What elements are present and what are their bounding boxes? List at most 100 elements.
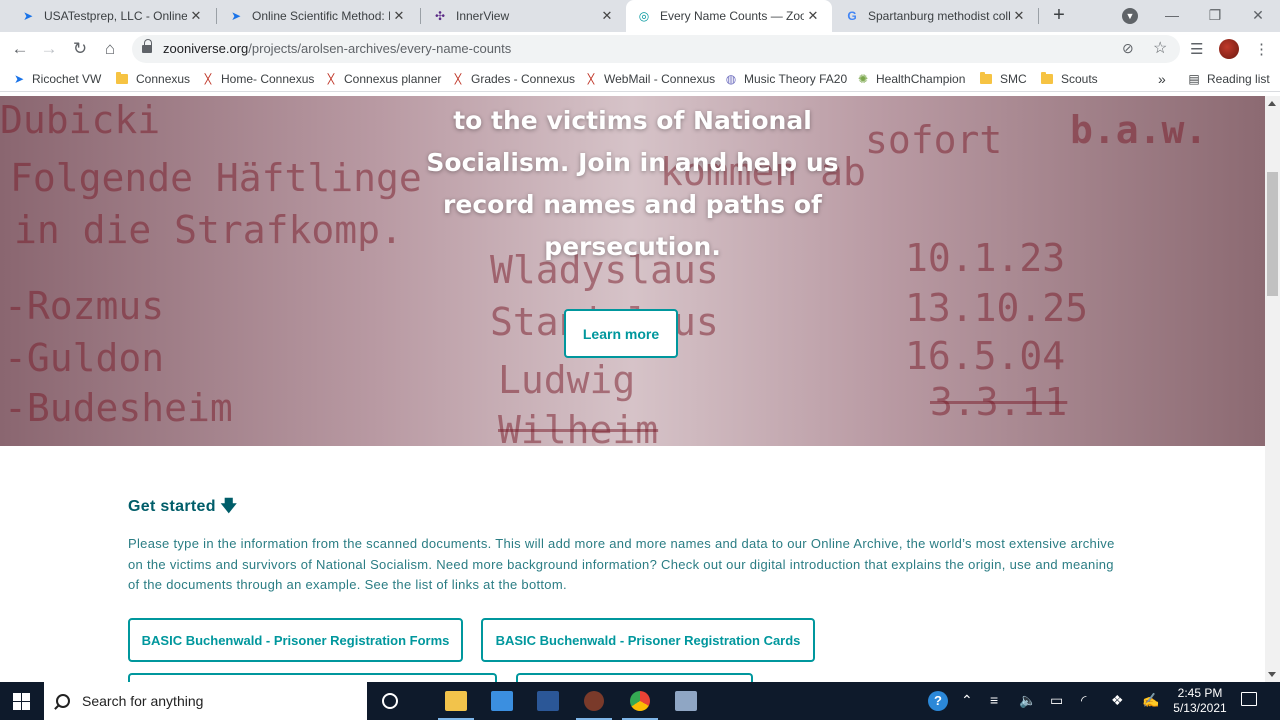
windows-start-icon[interactable] (13, 693, 30, 710)
cortana-icon[interactable] (382, 693, 398, 709)
forward-icon[interactable]: → (37, 37, 61, 61)
camera-icon[interactable] (664, 682, 708, 720)
help-icon[interactable]: ? (928, 691, 948, 711)
scan-text: sofort (865, 118, 1003, 162)
search-icon (56, 694, 70, 708)
learn-more-button[interactable]: Learn more (564, 309, 678, 358)
dropbox-icon[interactable]: ❖ (1111, 692, 1124, 709)
tab-innerview[interactable]: ✣ InnerView ✕ (422, 0, 626, 32)
hero-heading: to the victims of National Socialism. Jo… (420, 100, 845, 268)
bookmark-scouts-folder[interactable]: Scouts (1041, 70, 1098, 88)
battery-icon[interactable]: ▭ (1050, 692, 1063, 709)
get-started-description: Please type in the information from the … (128, 536, 1115, 592)
scroll-down-icon[interactable] (1268, 672, 1276, 677)
tab-scientific-method[interactable]: ➤ Online Scientific Method: Hypoth ✕ (218, 0, 418, 32)
scan-text: Dubicki (0, 98, 161, 142)
bookmark-label: Scouts (1061, 72, 1098, 86)
menu-icon[interactable]: ⋮ (1254, 40, 1269, 58)
home-icon[interactable]: ⌂ (98, 37, 122, 61)
hero-line: to the victims of National (453, 106, 812, 135)
scan-text: 3.3.11 (930, 380, 1068, 424)
notifications-icon[interactable] (1241, 692, 1257, 706)
page-content: Dubicki Folgende Häftlinge in die Strafk… (0, 96, 1265, 682)
window-close-icon[interactable]: ✕ (1246, 4, 1270, 26)
chevron-up-icon[interactable]: ⌃ (961, 692, 973, 709)
back-icon[interactable]: ← (8, 37, 32, 61)
media-queue-icon[interactable]: ☰ (1190, 40, 1203, 58)
tracking-off-icon[interactable]: ⊘ (1122, 40, 1134, 57)
reload-icon[interactable]: ↻ (68, 37, 92, 61)
zooniverse-icon: ◎ (638, 9, 650, 23)
pen-icon[interactable]: ✍ (1142, 692, 1159, 709)
wifi-icon[interactable]: ◜ (1081, 692, 1086, 709)
get-started-heading: Get started 🡇 (128, 495, 237, 522)
bookmark-label: HealthChampion (876, 72, 966, 86)
scrollbar-thumb[interactable] (1267, 172, 1278, 296)
chrome-icon[interactable] (618, 682, 662, 720)
tab-spartanburg[interactable]: G Spartanburg methodist college ✕ (834, 0, 1038, 32)
folder-icon (116, 72, 128, 84)
file-explorer-icon[interactable] (434, 682, 478, 720)
tab-title: Every Name Counts — Zooniverse (660, 9, 804, 23)
connexus-icon: ᚷ (204, 72, 212, 86)
address-bar[interactable]: zooniverse.org/projects/arolsen-archives… (132, 35, 1180, 63)
bookmark-healthchampion[interactable]: ✺ HealthChampion (856, 70, 965, 88)
bookmark-smc-folder[interactable]: SMC (980, 70, 1027, 88)
scan-text: Wilheim (498, 408, 659, 446)
clock-date: 5/13/2021 (1173, 701, 1227, 715)
minimize-icon[interactable]: — (1160, 4, 1184, 26)
bookmark-music-theory[interactable]: ◍ Music Theory FA20 (724, 70, 847, 88)
tab-usatestprep[interactable]: ➤ USATestprep, LLC - Online State ✕ (10, 0, 215, 32)
bookmark-label: Home- Connexus (221, 72, 315, 86)
close-icon[interactable]: ✕ (390, 8, 408, 24)
taskbar-clock[interactable]: 2:45 PM 5/13/2021 (1168, 686, 1232, 716)
profile-avatar[interactable] (1219, 39, 1239, 59)
workflow-button-registration-forms[interactable]: BASIC Buchenwald - Prisoner Registration… (128, 618, 463, 662)
google-icon: G (847, 9, 857, 23)
bookmark-label: Connexus planner (344, 72, 442, 86)
bookmark-label: SMC (1000, 72, 1027, 86)
restore-icon[interactable]: ❐ (1203, 4, 1227, 26)
windows-taskbar: Search for anything ? ⌃ ≡ 🔈 ▭ ◜ ❖ ✍ 2:45… (0, 682, 1280, 720)
tab-title: InnerView (456, 9, 510, 23)
folder-icon (1041, 72, 1053, 84)
close-icon[interactable]: ✕ (1010, 8, 1028, 24)
word-icon[interactable] (526, 682, 570, 720)
scan-text: b.a.w. (1070, 108, 1208, 152)
clock-time: 2:45 PM (1177, 686, 1223, 700)
browser-toolbar: ← → ↻ ⌂ zooniverse.org/projects/arolsen-… (0, 32, 1280, 66)
page-scrollbar[interactable] (1265, 96, 1280, 682)
bookmark-webmail-connexus[interactable]: ᚷ WebMail - Connexus (584, 70, 715, 88)
more-bookmarks-button[interactable]: » (1158, 70, 1166, 88)
workflow-button[interactable] (516, 673, 753, 682)
hero-banner: Dubicki Folgende Häftlinge in die Strafk… (0, 96, 1265, 446)
lock-icon (142, 39, 152, 54)
close-icon[interactable]: ✕ (804, 8, 822, 24)
tab-title: USATestprep, LLC - Online State (44, 9, 187, 23)
tab-every-name-counts[interactable]: ◎ Every Name Counts — Zooniverse ✕ (626, 0, 832, 32)
hero-line: persecution. (544, 232, 721, 261)
bookmark-star-icon[interactable]: ☆ (1153, 38, 1167, 58)
bookmark-grades-connexus[interactable]: ᚷ Grades - Connexus (451, 70, 575, 88)
bookmark-home-connexus[interactable]: ᚷ Home- Connexus (201, 70, 314, 88)
chrome-profile-icon[interactable] (572, 682, 616, 720)
workflow-button[interactable] (128, 673, 497, 682)
url-path: /projects/arolsen-archives/every-name-co… (248, 41, 512, 56)
hero-line: record names and paths of (443, 190, 822, 219)
close-icon[interactable]: ✕ (598, 8, 616, 24)
tab-title: Online Scientific Method: Hypoth (252, 9, 390, 23)
volume-icon[interactable]: 🔈 (1019, 692, 1036, 709)
close-icon[interactable]: ✕ (187, 8, 205, 24)
bookmark-connexus-folder[interactable]: Connexus (116, 70, 190, 88)
new-tab-button[interactable]: + (1048, 4, 1070, 26)
taskbar-search-box[interactable]: Search for anything (44, 682, 367, 720)
bookmark-ricochet-vw[interactable]: ➤ Ricochet VW (12, 70, 101, 88)
mail-icon[interactable] (480, 682, 524, 720)
bookmark-connexus-planner[interactable]: ᚷ Connexus planner (324, 70, 441, 88)
workflow-button-registration-cards[interactable]: BASIC Buchenwald - Prisoner Registration… (481, 618, 815, 662)
tab-title: Spartanburg methodist college (868, 9, 1010, 23)
reading-list-button[interactable]: ▤ Reading list (1187, 70, 1269, 88)
scroll-up-icon[interactable] (1268, 101, 1276, 106)
notes-icon[interactable]: ≡ (990, 692, 998, 708)
tab-search-icon[interactable]: ▼ (1122, 8, 1138, 24)
